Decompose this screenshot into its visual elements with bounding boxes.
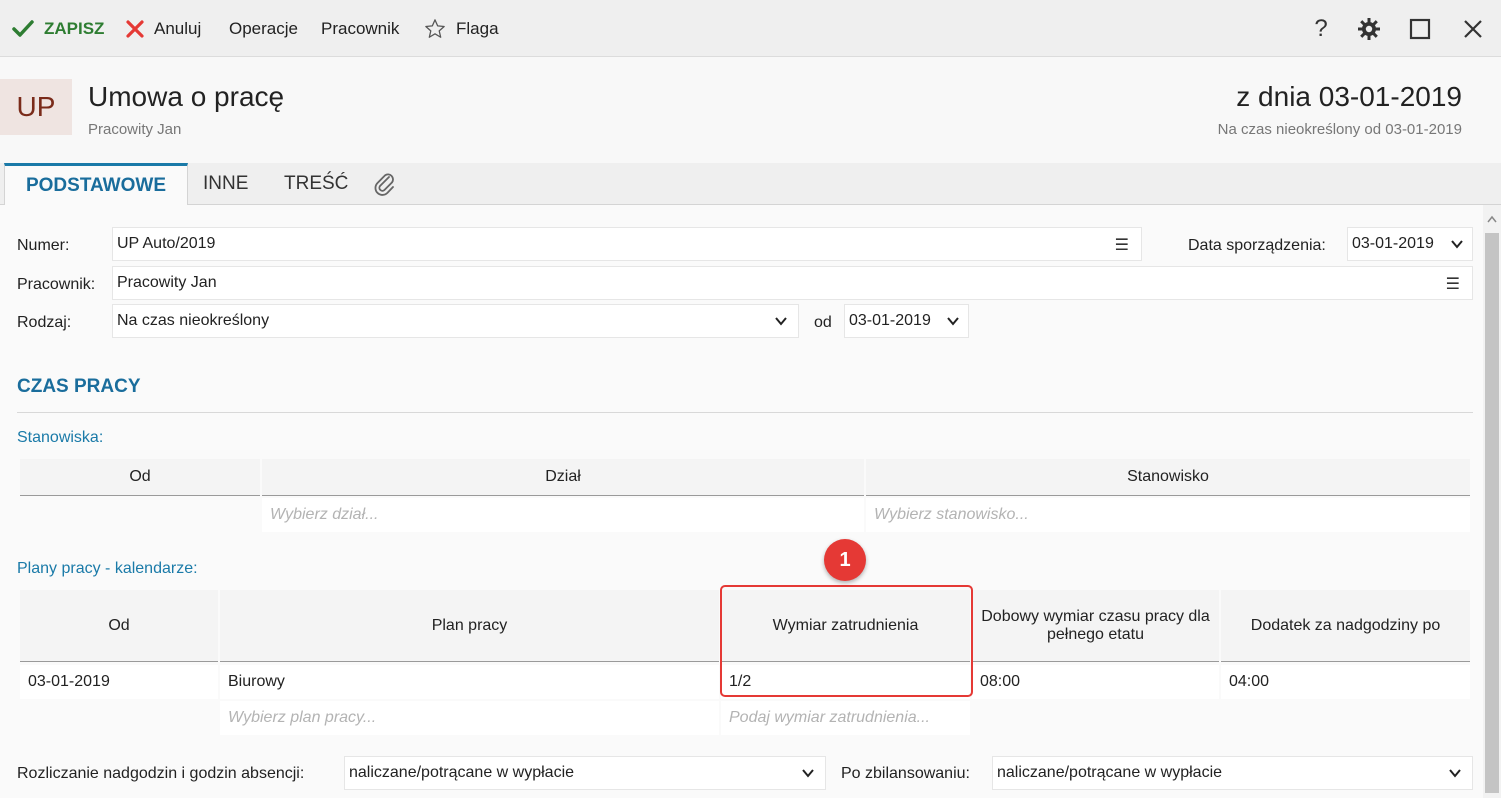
section-divider <box>17 412 1473 413</box>
settings-button[interactable] <box>1352 12 1386 46</box>
plan-pracy-input[interactable]: Wybierz plan pracy... <box>220 701 719 735</box>
document-subtitle: Pracowity Jan <box>88 121 182 138</box>
plan-row-plan[interactable]: Biurowy <box>220 665 719 699</box>
list-icon[interactable]: ☰ <box>1446 274 1460 294</box>
help-button[interactable]: ? <box>1304 12 1338 46</box>
data-sporzadzenia-label: Data sporządzenia: <box>1188 237 1326 254</box>
close-button[interactable] <box>1456 12 1490 46</box>
chevron-down-icon <box>1451 240 1463 249</box>
od-date-value: 03-01-2019 <box>849 312 931 329</box>
chevron-down-icon <box>947 317 959 326</box>
tab-attachments[interactable] <box>373 163 397 205</box>
rozliczanie-value: naliczane/potrącane w wypłacie <box>349 764 575 781</box>
flag-label: Flaga <box>456 18 499 38</box>
tab-inne[interactable]: INNE <box>203 163 248 205</box>
rodzaj-select[interactable]: Na czas nieokreślony <box>112 304 799 338</box>
po-zbilansowaniu-label: Po zbilansowaniu: <box>841 765 970 782</box>
numer-label: Numer: <box>17 237 70 254</box>
annotation-highlight-box <box>720 585 973 697</box>
stanowiska-header-stanowisko[interactable]: Stanowisko <box>866 459 1470 496</box>
pracownik-field[interactable]: Pracowity Jan ☰ <box>112 266 1473 300</box>
rozliczanie-label: Rozliczanie nadgodzin i godzin absencji: <box>17 765 305 782</box>
cancel-label: Anuluj <box>154 18 202 38</box>
plany-header-dobowy[interactable]: Dobowy wymiar czasu pracy dla pełnego et… <box>972 590 1219 662</box>
tab-tresc[interactable]: TREŚĆ <box>284 163 348 205</box>
plany-header-plan[interactable]: Plan pracy <box>220 590 719 662</box>
stanowiska-header-od[interactable]: Od <box>20 459 260 496</box>
toolbar: ZAPISZ Anuluj Operacje Pracownik Flaga ? <box>0 0 1501 57</box>
flag-button[interactable]: Flaga <box>424 0 499 57</box>
stanowiska-header-dzial[interactable]: Dział <box>262 459 864 496</box>
save-button[interactable]: ZAPISZ <box>12 0 104 57</box>
star-icon <box>425 18 445 38</box>
chevron-down-icon <box>775 317 787 326</box>
stanowiska-label: Stanowiska: <box>17 429 104 446</box>
dzial-input[interactable]: Wybierz dział... <box>262 498 864 532</box>
pracownik-label: Pracownik: <box>17 276 96 293</box>
document-title: Umowa o pracę <box>88 81 285 112</box>
stanowisko-input[interactable]: Wybierz stanowisko... <box>866 498 1470 532</box>
annotation-number-badge: 1 <box>824 539 866 581</box>
po-zbilansowaniu-select[interactable]: naliczane/potrącane w wypłacie <box>992 756 1473 790</box>
document-date: z dnia 03-01-2019 <box>1236 81 1462 112</box>
scroll-up-arrow-icon[interactable] <box>1483 209 1501 229</box>
chevron-down-icon <box>802 769 814 778</box>
checkmark-icon <box>12 19 34 37</box>
employee-menu[interactable]: Pracownik <box>321 0 399 57</box>
maximize-button[interactable] <box>1403 12 1437 46</box>
tab-bar: PODSTAWOWE INNE TREŚĆ <box>0 163 1501 206</box>
numer-field[interactable]: UP Auto/2019 ☰ <box>112 227 1142 261</box>
cross-icon <box>126 19 144 38</box>
close-icon <box>1464 20 1482 38</box>
document-type-badge: UP <box>0 79 72 135</box>
document-contract-type: Na czas nieokreślony od 03-01-2019 <box>1217 121 1462 138</box>
employee-label: Pracownik <box>321 18 400 38</box>
vertical-scrollbar[interactable] <box>1483 205 1501 798</box>
help-icon: ? <box>1314 15 1328 42</box>
form-content: Numer: UP Auto/2019 ☰ Data sporządzenia:… <box>0 205 1483 798</box>
paperclip-icon <box>374 173 394 196</box>
od-label: od <box>814 314 832 331</box>
plany-pracy-label: Plany pracy - kalendarze: <box>17 560 198 577</box>
data-sporzadzenia-value: 03-01-2019 <box>1352 235 1434 252</box>
plan-row-dodatek[interactable]: 04:00 <box>1221 665 1470 699</box>
save-label: ZAPISZ <box>44 18 105 38</box>
rozliczanie-select[interactable]: naliczane/potrącane w wypłacie <box>344 756 826 790</box>
section-czas-pracy: CZAS PRACY <box>17 376 141 397</box>
rodzaj-label: Rodzaj: <box>17 314 72 331</box>
maximize-icon <box>1409 18 1431 40</box>
plany-header-od[interactable]: Od <box>20 590 218 662</box>
scrollbar-thumb[interactable] <box>1485 233 1499 793</box>
wymiar-zatrudnienia-input[interactable]: Podaj wymiar zatrudnienia... <box>721 701 970 735</box>
rodzaj-value: Na czas nieokreślony <box>117 312 270 329</box>
operations-menu[interactable]: Operacje <box>229 0 298 57</box>
numer-value: UP Auto/2019 <box>117 235 216 252</box>
tab-podstawowe[interactable]: PODSTAWOWE <box>4 163 188 206</box>
cancel-button[interactable]: Anuluj <box>126 0 201 57</box>
plan-row-dobowy[interactable]: 08:00 <box>972 665 1219 699</box>
data-sporzadzenia-field[interactable]: 03-01-2019 <box>1347 227 1473 261</box>
plan-row-od[interactable]: 03-01-2019 <box>20 665 218 699</box>
operations-label: Operacje <box>229 18 298 38</box>
plany-header-dodatek[interactable]: Dodatek za nadgodziny po <box>1221 590 1470 662</box>
chevron-down-icon <box>1449 769 1461 778</box>
document-header: UP Umowa o pracę Pracowity Jan z dnia 03… <box>0 57 1501 163</box>
po-zbilansowaniu-value: naliczane/potrącane w wypłacie <box>997 764 1223 781</box>
pracownik-value: Pracowity Jan <box>117 274 217 291</box>
list-icon[interactable]: ☰ <box>1115 235 1129 255</box>
gear-icon <box>1358 18 1380 40</box>
od-date-field[interactable]: 03-01-2019 <box>844 304 969 338</box>
